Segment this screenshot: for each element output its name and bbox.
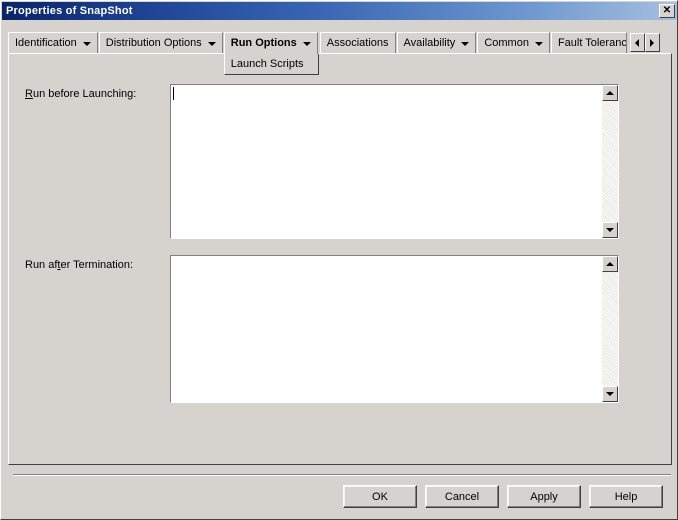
tab-availability[interactable]: Availability: [396, 32, 477, 54]
run-before-launching-label: Run before Launching:: [25, 88, 136, 100]
tab-scroll-left-button[interactable]: [629, 33, 645, 52]
close-button[interactable]: ✕: [659, 4, 675, 18]
tab-distribution-options-label: Distribution Options: [105, 37, 202, 49]
run-after-termination-scrollbar[interactable]: [602, 256, 618, 402]
tab-associations-label: Associations: [326, 37, 389, 49]
chevron-down-icon[interactable]: [302, 41, 311, 46]
run-before-launching-text: un before Launching:: [32, 88, 137, 100]
window-title: Properties of SnapShot: [6, 5, 133, 17]
tab-scroll-right-button[interactable]: [644, 33, 660, 52]
button-bar-separator: [13, 474, 671, 476]
run-before-launching-mnemonic: R: [25, 88, 33, 100]
tab-distribution-options[interactable]: Distribution Options: [98, 32, 223, 54]
chevron-down-icon[interactable]: [82, 41, 91, 46]
run-before-launching-scrollbar[interactable]: [602, 85, 618, 238]
title-bar[interactable]: Properties of SnapShot ✕: [2, 2, 677, 20]
cancel-button[interactable]: Cancel: [425, 485, 499, 508]
run-after-termination-field[interactable]: [170, 255, 619, 403]
tab-identification[interactable]: Identification: [8, 32, 98, 54]
scroll-up-button[interactable]: [602, 256, 618, 272]
scroll-up-button[interactable]: [602, 85, 618, 101]
text-caret: [173, 87, 174, 100]
run-before-launching-field[interactable]: [170, 84, 619, 239]
subtab-launch-scripts-label: Launch Scripts: [230, 58, 304, 70]
button-bar: OK Cancel Apply Help: [1, 485, 677, 513]
arrow-down-icon: [606, 228, 614, 232]
tab-common[interactable]: Common: [477, 32, 550, 54]
tab-run-options-group: Run Options Launch Scripts: [223, 32, 319, 75]
close-icon: ✕: [662, 5, 672, 16]
subtab-launch-scripts[interactable]: Launch Scripts: [223, 54, 319, 75]
run-after-termination-textarea[interactable]: [171, 256, 602, 402]
chevron-down-icon[interactable]: [207, 41, 216, 46]
tab-identification-label: Identification: [15, 37, 77, 49]
run-before-launching-textarea[interactable]: [171, 85, 602, 238]
scroll-down-button[interactable]: [602, 386, 618, 402]
tab-strip: Identification Distribution Options Run …: [8, 32, 672, 75]
tab-availability-label: Availability: [403, 37, 456, 49]
scroll-down-button[interactable]: [602, 222, 618, 238]
arrow-right-icon: [650, 38, 655, 47]
tab-page-launch-scripts: Run before Launching: Run after Terminat…: [8, 53, 672, 465]
run-after-termination-text: er Termination:: [60, 259, 134, 271]
scrollbar-track[interactable]: [602, 272, 618, 386]
tab-fault-tolerance[interactable]: Fault Tolerance: [550, 32, 627, 54]
apply-button[interactable]: Apply: [507, 485, 581, 508]
tab-scroll-buttons: [629, 32, 660, 53]
run-after-termination-label: Run after Termination:: [25, 259, 133, 271]
scrollbar-track[interactable]: [602, 101, 618, 222]
title-bar-buttons: ✕: [659, 4, 677, 18]
arrow-left-icon: [635, 38, 640, 47]
properties-dialog: Properties of SnapShot ✕ Identification …: [0, 0, 678, 520]
tab-associations[interactable]: Associations: [319, 32, 396, 54]
chevron-down-icon[interactable]: [461, 41, 470, 46]
run-after-termination-prefix: Run af: [25, 259, 58, 271]
arrow-up-icon: [606, 262, 614, 266]
tab-common-label: Common: [484, 37, 529, 49]
tab-fault-tolerance-label: Fault Tolerance: [557, 37, 627, 49]
tab-run-options[interactable]: Run Options: [223, 32, 318, 54]
arrow-up-icon: [606, 91, 614, 95]
ok-button[interactable]: OK: [343, 485, 417, 508]
arrow-down-icon: [606, 392, 614, 396]
chevron-down-icon[interactable]: [534, 41, 543, 46]
help-button[interactable]: Help: [589, 485, 663, 508]
tab-run-options-label: Run Options: [230, 37, 297, 49]
